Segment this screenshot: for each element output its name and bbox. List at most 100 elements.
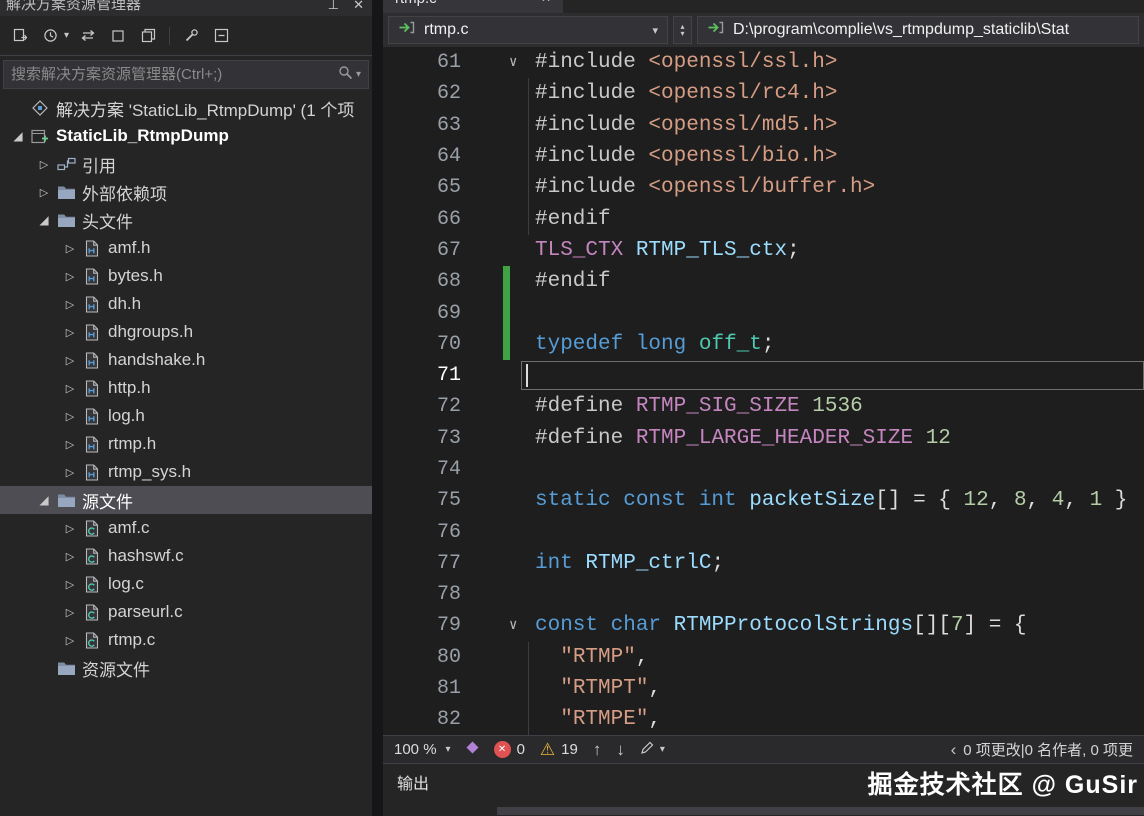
expand-arrow-icon[interactable]: ▷ (60, 578, 80, 591)
pin-icon[interactable]: ⊥ (328, 0, 339, 13)
expand-arrow-icon[interactable]: ▷ (34, 158, 54, 171)
close-icon[interactable]: ✕ (353, 0, 364, 13)
code-line-76[interactable]: 76 (383, 516, 1144, 547)
tree-item-bytes.h[interactable]: ▷ bytes.h (0, 262, 372, 290)
code-line-68[interactable]: 68 #endif (383, 266, 1144, 298)
error-indicator[interactable]: ✕ 0 (493, 741, 525, 758)
collapse-all-icon[interactable] (210, 25, 232, 47)
code-line-74[interactable]: 74 (383, 454, 1144, 485)
intellicode-icon[interactable] (466, 741, 479, 758)
code-line-69[interactable]: 69 (383, 297, 1144, 329)
code-line-81[interactable]: 81 "RTMPT", (383, 672, 1144, 705)
code-line-71[interactable]: 71 (383, 360, 1144, 391)
next-issue-button[interactable]: ↓ (616, 740, 625, 760)
search-caret-icon[interactable]: ▾ (356, 69, 361, 80)
code-line-77[interactable]: 77 int RTMP_ctrlC; (383, 548, 1144, 579)
tree-item-dhgroups.h[interactable]: ▷ dhgroups.h (0, 318, 372, 346)
expand-arrow-icon[interactable]: ▷ (34, 186, 54, 199)
tree-item-引用[interactable]: ▷ 引用 (0, 150, 372, 178)
expand-arrow-icon[interactable]: ▷ (60, 382, 80, 395)
expand-arrow-icon[interactable]: ▷ (60, 298, 80, 311)
code-line-72[interactable]: 72 #define RTMP_SIG_SIZE 1536 (383, 391, 1144, 422)
collapse-arrow-icon[interactable]: ◢ (34, 213, 54, 227)
expand-arrow-icon[interactable]: ▷ (60, 438, 80, 451)
tree-item-外部依赖项[interactable]: ▷ 外部依赖项 (0, 178, 372, 206)
collapse-file-icon[interactable] (107, 25, 129, 47)
tree-item-StaticLib_RtmpDump[interactable]: ◢ StaticLib_RtmpDump (0, 122, 372, 150)
collapse-arrow-icon[interactable]: ◢ (8, 129, 28, 143)
expand-arrow-icon[interactable]: ▷ (60, 634, 80, 647)
file-dropdown[interactable]: rtmp.c ▾ (388, 16, 668, 44)
expand-arrow-icon[interactable]: ▷ (60, 550, 80, 563)
tree-item-parseurl.c[interactable]: ▷ parseurl.c (0, 598, 372, 626)
tree-item-dh.h[interactable]: ▷ dh.h (0, 290, 372, 318)
scrollbar-thumb[interactable] (497, 807, 1144, 815)
pending-changes-filter-icon[interactable] (39, 25, 61, 47)
tree-item-log.h[interactable]: ▷ log.h (0, 402, 372, 430)
tab-close-icon[interactable]: ✕ (541, 0, 551, 5)
expand-arrow-icon[interactable]: ▷ (60, 270, 80, 283)
path-dropdown[interactable]: D:\program\complie\vs_rtmpdump_staticlib… (697, 16, 1139, 44)
fold-arrow-icon[interactable]: ∨ (509, 617, 517, 634)
code-line-73[interactable]: 73 #define RTMP_LARGE_HEADER_SIZE 12 (383, 423, 1144, 454)
code-line-75[interactable]: 75 static const int packetSize[] = { 12, … (383, 485, 1144, 516)
expand-arrow-icon[interactable]: ▷ (60, 466, 80, 479)
code-line-67[interactable]: 67 TLS_CTX RTMP_TLS_ctx; (383, 235, 1144, 266)
panel-splitter[interactable] (372, 0, 383, 816)
search-icon[interactable] (338, 65, 353, 85)
solution-search-box[interactable]: ▾ (3, 60, 369, 89)
scope-spinner[interactable]: ▴ ▾ (673, 16, 692, 44)
solution-explorer-titlebar[interactable]: 解决方案资源管理器 ⊥ ✕ (0, 0, 372, 16)
tree-item-资源文件[interactable]: 资源文件 (0, 654, 372, 682)
prev-issue-button[interactable]: ↑ (593, 740, 602, 760)
properties-icon[interactable] (180, 25, 202, 47)
search-input[interactable] (11, 66, 338, 83)
chevron-down-icon[interactable]: ▾ (652, 24, 658, 37)
output-scrollbar[interactable] (383, 806, 1144, 816)
spinner-down-icon[interactable]: ▾ (680, 30, 684, 38)
tab-rtmp-c[interactable]: rtmp.c ✕ (383, 0, 563, 13)
expand-arrow-icon[interactable]: ▷ (60, 410, 80, 423)
code-line-63[interactable]: 63 #include <openssl/md5.h> (383, 109, 1144, 141)
code-area[interactable]: 61 ∨ #include <openssl/ssl.h> 62 #include <o… (383, 47, 1144, 735)
tree-item-handshake.h[interactable]: ▷ handshake.h (0, 346, 372, 374)
code-line-61[interactable]: 61 ∨ #include <openssl/ssl.h> (383, 47, 1144, 78)
changes-summary[interactable]: ‹ 0 项更改|0 名作者, 0 项更 (951, 739, 1133, 760)
tree-item-amf.c[interactable]: ▷ amf.c (0, 514, 372, 542)
code-line-82[interactable]: 82 "RTMPE", (383, 704, 1144, 735)
code-line-66[interactable]: 66 #endif (383, 203, 1144, 235)
cleanup-caret-icon[interactable]: ▾ (660, 744, 665, 755)
tree-item-amf.h[interactable]: ▷ amf.h (0, 234, 372, 262)
tree-item-hashswf.c[interactable]: ▷ hashswf.c (0, 542, 372, 570)
fold-arrow-icon[interactable]: ∨ (509, 54, 517, 71)
tree-item-http.h[interactable]: ▷ http.h (0, 374, 372, 402)
code-line-80[interactable]: 80 "RTMP", (383, 641, 1144, 673)
code-line-65[interactable]: 65 #include <openssl/buffer.h> (383, 172, 1144, 204)
expand-arrow-icon[interactable]: ▷ (60, 326, 80, 339)
code-line-64[interactable]: 64 #include <openssl/bio.h> (383, 140, 1144, 173)
tree-item-rtmp_sys.h[interactable]: ▷ rtmp_sys.h (0, 458, 372, 486)
expand-arrow-icon[interactable]: ▷ (60, 606, 80, 619)
warning-indicator[interactable]: ⚠ 19 (540, 741, 578, 758)
tree-item-log.c[interactable]: ▷ log.c (0, 570, 372, 598)
tree-item-源文件[interactable]: ◢ 源文件 (0, 486, 372, 514)
tree-item-解决方案 'StaticLib_RtmpDump' (1 个项[interactable]: 解决方案 'StaticLib_RtmpDump' (1 个项 (0, 94, 372, 122)
tree-item-rtmp.h[interactable]: ▷ rtmp.h (0, 430, 372, 458)
show-all-files-icon[interactable] (137, 25, 159, 47)
sync-with-active-document-icon[interactable] (77, 25, 99, 47)
expand-arrow-icon[interactable]: ▷ (60, 354, 80, 367)
switch-views-icon[interactable] (9, 25, 31, 47)
zoom-caret-icon[interactable]: ▾ (446, 744, 451, 755)
collapse-arrow-icon[interactable]: ◢ (34, 493, 54, 507)
expand-arrow-icon[interactable]: ▷ (60, 242, 80, 255)
code-line-79[interactable]: 79 ∨ const char RTMPProtocolStrings[][7] =… (383, 610, 1144, 641)
code-cleanup-button[interactable]: ▾ (640, 740, 665, 759)
code-line-62[interactable]: 62 #include <openssl/rc4.h> (383, 78, 1144, 110)
tree-item-rtmp.c[interactable]: ▷ rtmp.c (0, 626, 372, 654)
zoom-control[interactable]: 100 % ▾ (394, 741, 451, 758)
expand-arrow-icon[interactable]: ▷ (60, 522, 80, 535)
code-line-78[interactable]: 78 (383, 579, 1144, 610)
dropdown-caret-icon[interactable]: ▾ (64, 30, 69, 41)
tree-item-头文件[interactable]: ◢ 头文件 (0, 206, 372, 234)
code-line-70[interactable]: 70 typedef long off_t; (383, 328, 1144, 360)
